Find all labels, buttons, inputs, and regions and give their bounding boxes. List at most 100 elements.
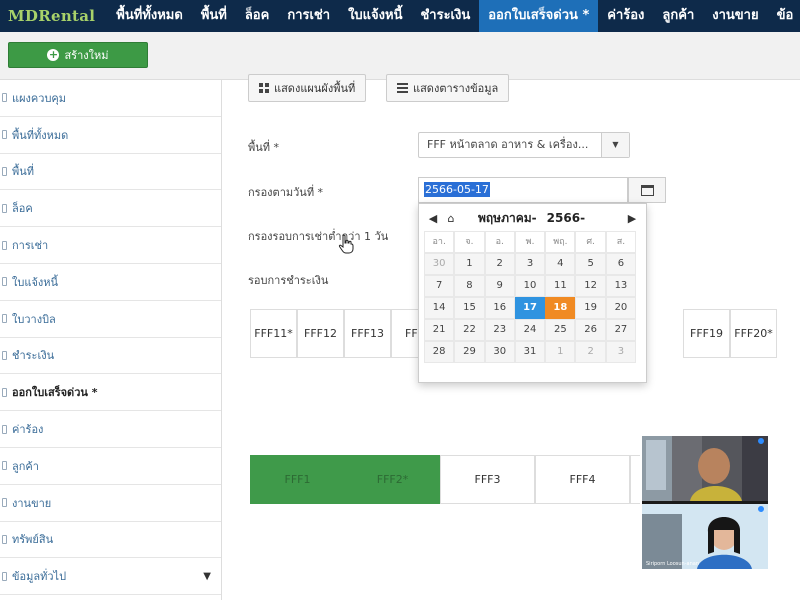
nav-item-rentals[interactable]: การเช่า — [278, 0, 339, 32]
sidebar-item-payments[interactable]: ชำระเงิน — [0, 337, 221, 375]
calendar-day[interactable]: 12 — [575, 275, 606, 297]
calendar-day[interactable]: 17 — [514, 297, 546, 319]
next-month-icon[interactable]: ▶ — [623, 212, 641, 225]
brand-logo[interactable]: MDRental — [0, 7, 107, 25]
nav-item-requests[interactable]: ค่าร้อง — [598, 0, 653, 32]
room-cell[interactable]: FFF2* — [345, 455, 440, 504]
calendar-day[interactable]: 30 — [424, 253, 455, 275]
room-cell[interactable]: FFF11* — [250, 309, 297, 358]
room-cell[interactable]: FFF1 — [250, 455, 345, 504]
grid-icon — [259, 83, 269, 93]
nav-item-customers[interactable]: ลูกค้า — [653, 0, 703, 32]
menu-bullet-icon — [2, 93, 7, 103]
calendar-day[interactable]: 11 — [545, 275, 576, 297]
rental-cycle-filter-label: กรองรอบการเช่าต่ำกว่า 1 วัน — [248, 230, 389, 243]
home-icon[interactable]: ⌂ — [442, 212, 460, 225]
nav-item-quick-receipt[interactable]: ออกใบเสร็จด่วน * — [479, 0, 599, 32]
sidebar-item-label: ล็อค — [12, 202, 33, 216]
prev-month-icon[interactable]: ◀ — [424, 212, 442, 225]
calendar-day[interactable]: 26 — [575, 319, 606, 341]
calendar-day[interactable]: 14 — [424, 297, 455, 319]
sidebar-item-sales[interactable]: งานขาย — [0, 484, 221, 522]
calendar-day[interactable]: 24 — [514, 319, 546, 341]
calendar-day[interactable]: 16 — [484, 297, 515, 319]
calendar-day[interactable]: 18 — [545, 297, 576, 319]
dropdown-arrow-icon: ▼ — [601, 133, 629, 157]
list-icon — [397, 83, 408, 93]
calendar-day[interactable]: 9 — [484, 275, 515, 297]
calendar-day[interactable]: 27 — [605, 319, 637, 341]
room-cell[interactable]: FFF19 — [683, 309, 730, 358]
video-call-overlay[interactable]: Siriporn Loosun-anan — [640, 434, 770, 570]
video-tile-participant-2[interactable]: Siriporn Loosun-anan — [642, 504, 768, 569]
calendar-day[interactable]: 4 — [545, 253, 576, 275]
datepicker-popup: ◀ ⌂ พฤษภาคม- 2566- ▶ อา. จ. อ. พ. พฤ. ศ. ส. 30 1… — [418, 203, 647, 383]
room-cell[interactable]: FFF4 — [535, 455, 630, 504]
calendar-day[interactable]: 8 — [454, 275, 485, 297]
sidebar-item-customers[interactable]: ลูกค้า — [0, 447, 221, 485]
date-filter-input[interactable]: 2566-05-17 — [418, 177, 628, 203]
calendar-day[interactable]: 13 — [605, 275, 637, 297]
nav-item-info[interactable]: ข้อ — [768, 0, 800, 32]
calendar-button[interactable] — [628, 177, 666, 203]
calendar-day[interactable]: 3 — [514, 253, 546, 275]
sidebar-item-dashboard[interactable]: แผงควบคุม — [0, 80, 221, 117]
sidebar-item-billing[interactable]: ใบวางบิล — [0, 300, 221, 338]
sidebar-item-label: พื้นที่ — [12, 165, 35, 179]
room-cell[interactable]: FFF12 — [297, 309, 344, 358]
menu-bullet-icon — [2, 203, 7, 213]
create-new-button[interactable]: + สร้างใหม่ — [8, 42, 148, 68]
calendar-day[interactable]: 31 — [514, 341, 546, 363]
calendar-day[interactable]: 5 — [575, 253, 606, 275]
sidebar-item-label: ข้อมูลทั่วไป — [12, 570, 67, 584]
weekday-header: จ. — [454, 231, 485, 253]
calendar-day[interactable]: 2 — [484, 253, 515, 275]
calendar-day[interactable]: 1 — [545, 341, 576, 363]
sidebar-item-general-info[interactable]: ข้อมูลทั่วไป ▼ — [0, 558, 221, 596]
room-cell[interactable]: FFF13 — [344, 309, 391, 358]
nav-item-payments[interactable]: ชำระเงิน — [411, 0, 479, 32]
calendar-day[interactable]: 21 — [424, 319, 455, 341]
nav-item-sales[interactable]: งานขาย — [703, 0, 767, 32]
weekday-header: ส. — [605, 231, 637, 253]
calendar-day[interactable]: 23 — [484, 319, 515, 341]
hand-cursor-icon — [338, 234, 354, 254]
calendar-day[interactable]: 20 — [605, 297, 637, 319]
calendar-day[interactable]: 25 — [545, 319, 576, 341]
calendar-day[interactable]: 6 — [605, 253, 637, 275]
calendar-day[interactable]: 19 — [575, 297, 606, 319]
sidebar-item-assets[interactable]: ทรัพย์สิน — [0, 521, 221, 559]
calendar-day[interactable]: 29 — [454, 341, 485, 363]
nav-item-areas[interactable]: พื้นที่ — [192, 0, 236, 32]
area-select[interactable]: FFF หน้าตลาด อาหาร & เครื่อง... ▼ — [418, 132, 630, 158]
sidebar-item-requests[interactable]: ค่าร้อง — [0, 411, 221, 448]
nav-item-locks[interactable]: ล็อค — [236, 0, 278, 32]
nav-item-invoices[interactable]: ใบแจ้งหนี้ — [339, 0, 411, 32]
video-tile-participant-1[interactable] — [642, 436, 768, 501]
sidebar-item-rentals[interactable]: การเช่า — [0, 227, 221, 264]
datepicker-year[interactable]: 2566- — [547, 211, 585, 225]
participant-2-video — [642, 504, 768, 569]
sidebar-item-invoices[interactable]: ใบแจ้งหนี้ — [0, 263, 221, 301]
calendar-day[interactable]: 30 — [484, 341, 515, 363]
calendar-day[interactable]: 22 — [454, 319, 485, 341]
sidebar-item-areas[interactable]: พื้นที่ — [0, 153, 221, 191]
datepicker-month[interactable]: พฤษภาคม- — [478, 209, 537, 228]
view-floorplan-button[interactable]: แสดงแผนผังพื้นที่ — [248, 74, 367, 102]
view-table-button[interactable]: แสดงตารางข้อมูล — [386, 74, 510, 102]
calendar-day[interactable]: 1 — [454, 253, 485, 275]
sidebar-item-all-areas[interactable]: พื้นที่ทั้งหมด — [0, 116, 221, 154]
sidebar-item-quick-receipt[interactable]: ออกใบเสร็จด่วน * — [0, 374, 221, 412]
calendar-day[interactable]: 3 — [605, 341, 637, 363]
room-cell[interactable]: FFF20* — [730, 309, 777, 358]
sidebar-item-locks[interactable]: ล็อค — [0, 190, 221, 228]
calendar-day[interactable]: 10 — [514, 275, 546, 297]
calendar-day[interactable]: 7 — [424, 275, 455, 297]
calendar-icon — [640, 184, 654, 196]
nav-item-all-areas[interactable]: พื้นที่ทั้งหมด — [107, 0, 192, 32]
calendar-day[interactable]: 2 — [575, 341, 606, 363]
calendar-day[interactable]: 28 — [424, 341, 455, 363]
calendar-day[interactable]: 15 — [454, 297, 485, 319]
action-bar: + สร้างใหม่ — [0, 32, 800, 80]
room-cell[interactable]: FFF3 — [440, 455, 535, 504]
